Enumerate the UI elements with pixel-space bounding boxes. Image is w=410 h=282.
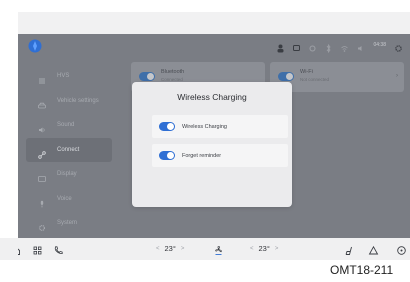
driver-temp-down-button[interactable]: <	[156, 246, 160, 252]
wifi-icon	[341, 40, 349, 52]
settings-sidebar: HVS Vehicle settings Sound Connect Displ…	[18, 64, 128, 234]
row-label: Forget reminder	[182, 152, 222, 159]
profile-icon[interactable]	[277, 40, 284, 53]
home-outline-icon[interactable]	[18, 243, 21, 255]
tile-title: Bluetooth	[161, 69, 185, 75]
sidebar-item-vehicle-settings[interactable]: Vehicle settings	[26, 89, 112, 114]
sidebar-item-display[interactable]: Display	[26, 162, 112, 187]
sidebar-item-connect[interactable]: Connect	[26, 137, 112, 162]
steering-wheel-icon[interactable]	[396, 243, 407, 255]
passenger-temp-up-button[interactable]: >	[275, 246, 279, 252]
gear-icon	[38, 219, 46, 232]
connect-icon	[38, 146, 46, 159]
row-label: Wireless Charging	[182, 123, 227, 130]
hazard-icon[interactable]	[368, 243, 379, 255]
infotainment-screen: 04:38 HVS Vehicle settings Sound Connect…	[18, 34, 410, 260]
signal-icon	[309, 40, 316, 52]
tile-subtitle: Not connected	[300, 77, 330, 82]
status-icons: 04:38	[277, 40, 402, 54]
sidebar-item-label: HVS	[57, 73, 70, 80]
wireless-charging-dialog: Wireless Charging Wireless Charging Forg…	[132, 82, 292, 207]
sidebar-item-label: Display	[57, 171, 77, 178]
wifi-toggle[interactable]	[278, 72, 294, 81]
microphone-icon	[38, 195, 46, 208]
dialog-title: Wireless Charging	[177, 92, 247, 102]
chat-icon[interactable]	[293, 40, 301, 51]
passenger-temp-value: 23°	[258, 244, 270, 253]
display-icon	[38, 170, 46, 183]
passenger-temp-down-button[interactable]: <	[250, 246, 254, 252]
speaker-icon	[38, 121, 46, 133]
settings-gear-icon[interactable]	[395, 40, 402, 52]
wireless-charging-row[interactable]: Wireless Charging	[152, 115, 288, 138]
sidebar-item-label: System	[57, 220, 78, 227]
seat-heating-icon[interactable]	[343, 243, 354, 255]
apps-grid-icon[interactable]	[32, 243, 43, 255]
forget-reminder-switch[interactable]	[159, 151, 175, 160]
passenger-temperature: < 23° >	[250, 244, 278, 253]
chevron-right-icon: ›	[396, 73, 398, 79]
sidebar-item-label: Connect	[57, 146, 80, 153]
driver-temperature: < 23° >	[156, 244, 184, 253]
sidebar-item-system[interactable]: System	[26, 211, 112, 236]
page: 04:38 HVS Vehicle settings Sound Connect…	[0, 0, 410, 282]
car-icon	[38, 97, 46, 109]
forget-reminder-row[interactable]: Forget reminder	[152, 144, 288, 167]
phone-icon[interactable]	[53, 243, 64, 255]
driver-temp-value: 23°	[164, 244, 176, 253]
sidebar-item-hvs[interactable]: HVS	[26, 64, 112, 89]
fan-icon[interactable]	[213, 243, 224, 255]
frame-band	[18, 12, 410, 34]
sidebar-item-label: Sound	[57, 122, 75, 129]
frame-top	[0, 0, 410, 12]
home-icon	[38, 72, 46, 84]
sidebar-item-sound[interactable]: Sound	[26, 113, 112, 138]
frame-bottom-left	[0, 238, 18, 260]
driver-temp-up-button[interactable]: >	[181, 246, 185, 252]
bluetooth-icon	[325, 40, 332, 54]
figure-reference-code: OMT18-211	[330, 263, 394, 277]
sound-icon	[357, 40, 364, 51]
clock: 04:38	[373, 41, 386, 48]
sidebar-item-label: Vehicle settings	[57, 97, 99, 104]
bluetooth-toggle[interactable]	[139, 72, 155, 81]
status-bar: 04:38	[18, 34, 410, 58]
tile-title: Wi-Fi	[300, 69, 313, 75]
wireless-charging-switch[interactable]	[159, 122, 175, 131]
brand-logo-icon	[28, 39, 42, 53]
sidebar-item-label: Voice	[57, 195, 72, 202]
sidebar-item-voice[interactable]: Voice	[26, 187, 112, 212]
bottom-bar: < 23° > < 23° >	[18, 238, 410, 260]
